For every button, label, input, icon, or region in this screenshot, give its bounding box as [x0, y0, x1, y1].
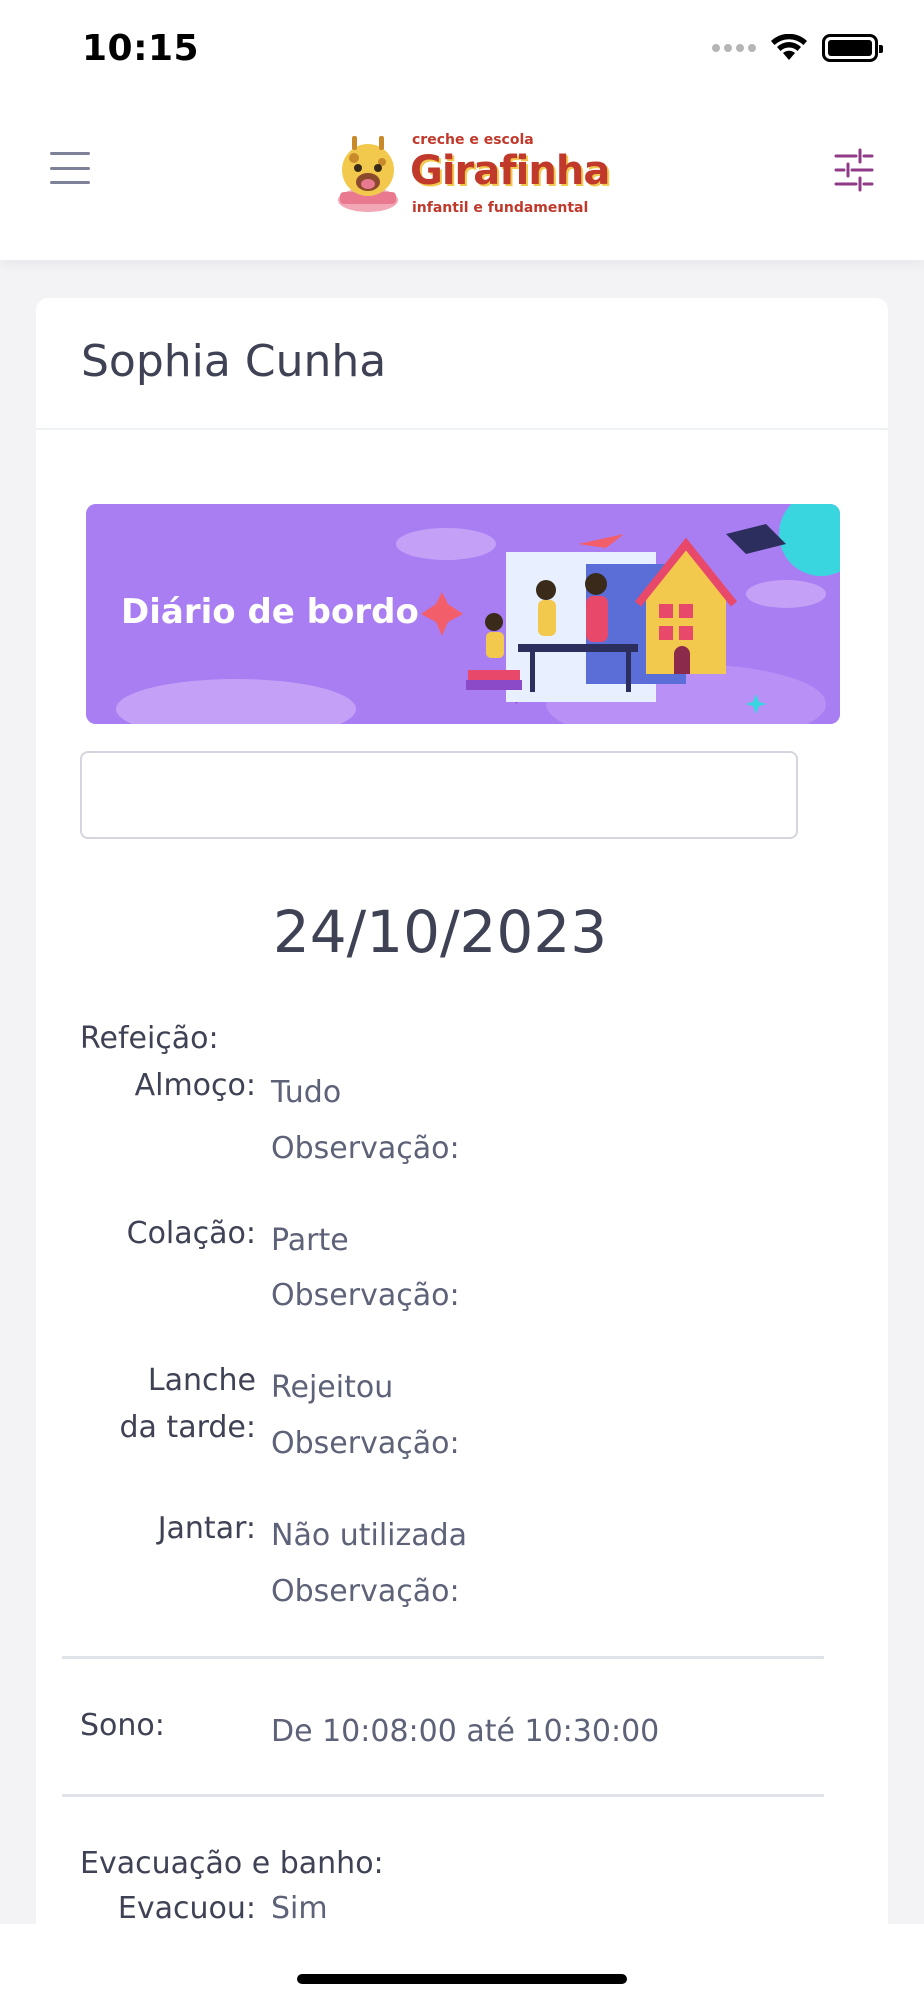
status-time: 10:15 — [82, 28, 200, 69]
sleep-label: Sono: — [80, 1708, 165, 1743]
meal-label-lanche-line1: Lanche — [147, 1363, 256, 1398]
sleep-value: De 10:08:00 até 10:30:00 — [271, 1714, 660, 1749]
hygiene-section-label: Evacuação e banho: — [80, 1846, 384, 1881]
section-divider — [62, 1656, 824, 1659]
logo-main-text: Girafinha — [410, 148, 610, 194]
banner-title: Diário de bordo — [121, 592, 419, 632]
meal-value-colacao: Parte — [271, 1223, 349, 1258]
meal-label-colacao: Colação: — [126, 1216, 256, 1251]
meal-obs-lanche: Observação: — [271, 1426, 460, 1461]
meal-label-jantar: Jantar: — [157, 1511, 256, 1546]
meal-obs-jantar: Observação: — [271, 1574, 460, 1609]
meal-value-jantar: Não utilizada — [271, 1518, 468, 1553]
school-logo: creche e escola Girafinha infantil e fun… — [332, 128, 610, 224]
wifi-icon — [771, 34, 807, 60]
date-picker-input[interactable] — [80, 751, 798, 839]
meal-label-lanche-line2: da tarde: — [119, 1410, 256, 1445]
menu-line-icon — [50, 166, 90, 170]
filter-settings-icon[interactable] — [832, 148, 876, 192]
hamburger-menu-button[interactable] — [50, 152, 90, 184]
meal-label-almoco: Almoço: — [134, 1068, 256, 1103]
cellular-signal-icon — [712, 44, 756, 52]
logo-sub-text: infantil e fundamental — [412, 200, 589, 216]
meal-value-almoco: Tudo — [271, 1075, 342, 1110]
app-header: creche e escola Girafinha infantil e fun… — [0, 100, 924, 260]
student-name: Sophia Cunha — [81, 336, 387, 387]
meals-section-label: Refeição: — [80, 1021, 219, 1056]
meal-obs-almoco: Observação: — [271, 1131, 460, 1166]
student-card: Sophia Cunha Diário de bordo 24/10/2023 … — [36, 298, 888, 2000]
meal-value-lanche: Rejeitou — [271, 1370, 394, 1405]
home-indicator-area — [0, 1924, 924, 2000]
selected-date: 24/10/2023 — [272, 898, 608, 966]
menu-line-icon — [50, 152, 90, 155]
battery-icon — [822, 34, 883, 62]
home-indicator[interactable] — [297, 1974, 627, 1984]
logo-top-text: creche e escola — [412, 132, 534, 148]
diary-banner: Diário de bordo — [86, 504, 840, 724]
card-header: Sophia Cunha — [36, 298, 888, 430]
menu-line-icon — [50, 181, 90, 184]
evacuated-label: Evacuou: — [117, 1891, 256, 1926]
giraffe-mascot-icon — [338, 136, 398, 212]
section-divider — [62, 1794, 824, 1797]
evacuated-value: Sim — [271, 1891, 328, 1926]
meal-obs-colacao: Observação: — [271, 1278, 460, 1313]
status-bar: 10:15 — [0, 0, 924, 100]
status-icons — [712, 34, 883, 62]
